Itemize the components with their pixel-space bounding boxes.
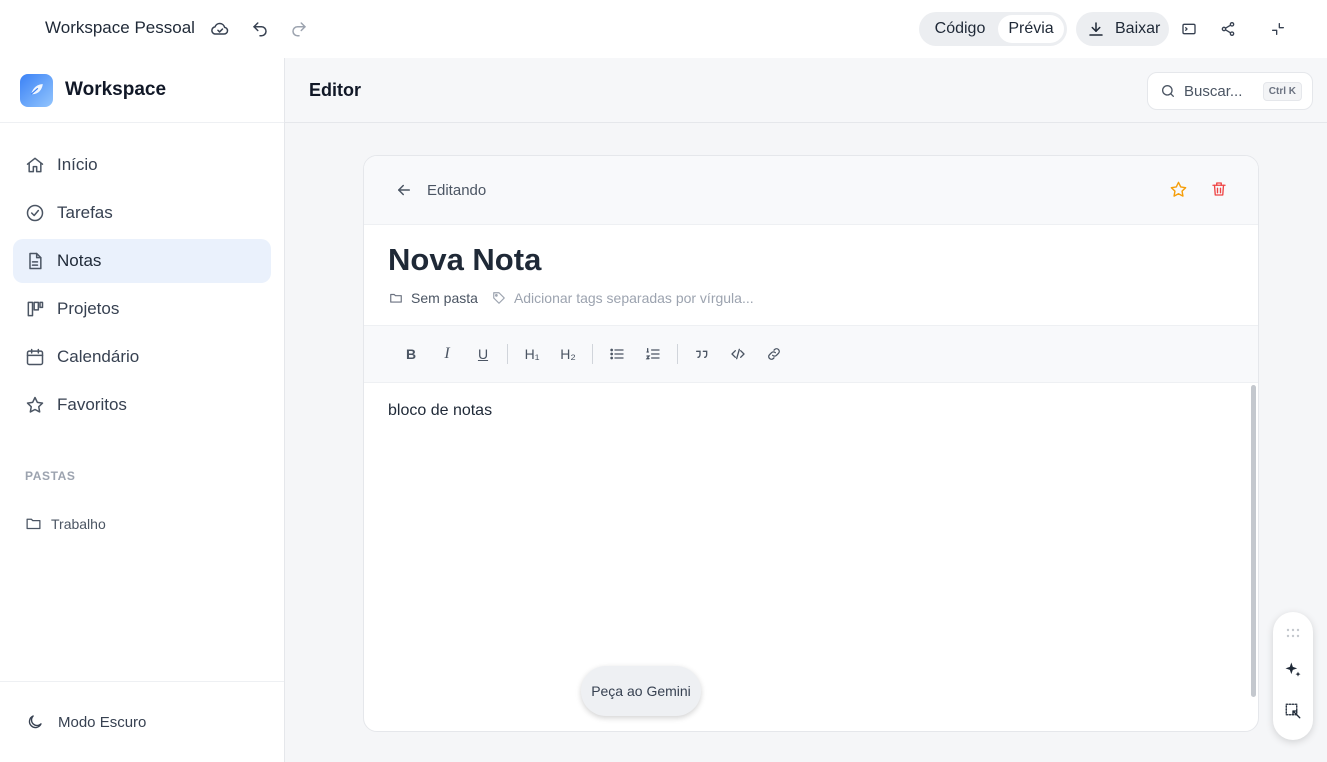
quote-button[interactable]: [684, 340, 720, 368]
back-arrow-icon[interactable]: [395, 181, 413, 199]
view-toggle: Código Prévia: [919, 12, 1067, 46]
sidebar-item-projetos[interactable]: Projetos: [13, 287, 271, 331]
page-title: Editor: [309, 79, 361, 100]
kanban-icon: [27, 301, 44, 317]
link-button[interactable]: [756, 340, 792, 368]
sparkle-icon[interactable]: [1283, 660, 1303, 680]
tag-icon: [493, 292, 505, 304]
moon-icon: [28, 715, 42, 729]
sidebar-item-notas[interactable]: Notas: [13, 239, 271, 283]
note-meta: Sem pasta Adicionar tags separadas por v…: [389, 290, 754, 306]
sidebar-nav: Início Tarefas Notas Projetos Calendário…: [0, 123, 284, 427]
terminal-icon[interactable]: [1177, 17, 1201, 41]
search-input[interactable]: Buscar...: [1184, 83, 1242, 100]
editor-scrollbar[interactable]: [1251, 385, 1256, 697]
share-icon[interactable]: [1216, 17, 1240, 41]
numbered-list-icon: [645, 348, 660, 360]
sidebar-item-label: Início: [57, 155, 98, 174]
numbered-list-button[interactable]: [635, 340, 671, 368]
sidebar-item-inicio[interactable]: Início: [13, 143, 271, 187]
folder-selector[interactable]: Sem pasta: [411, 290, 478, 306]
document-icon: [29, 252, 42, 270]
download-icon: [1089, 22, 1103, 36]
link-icon: [768, 348, 780, 360]
sidebar-item-tarefas[interactable]: Tarefas: [13, 191, 271, 235]
italic-button[interactable]: I: [429, 340, 465, 368]
workspace-logo-icon: [20, 73, 53, 107]
code-button[interactable]: [720, 340, 756, 368]
floating-toolbar: [1273, 612, 1313, 740]
folder-icon: [390, 293, 402, 303]
sidebar-item-label: Favoritos: [57, 395, 127, 414]
sidebar-item-favoritos[interactable]: Favoritos: [13, 383, 271, 427]
editor-header: Editando: [364, 156, 1258, 225]
workspace-title: Workspace Pessoal: [45, 18, 195, 37]
sidebar-item-label: Tarefas: [57, 203, 113, 222]
main-area: Editor Buscar... Ctrl K Editando Nova No…: [285, 58, 1327, 762]
brand-name: Workspace: [65, 79, 167, 100]
sidebar-item-label: Calendário: [57, 347, 140, 366]
search-shortcut-badge: Ctrl K: [1262, 82, 1302, 101]
folder-item-trabalho[interactable]: Trabalho: [25, 515, 106, 532]
calendar-icon: [26, 348, 44, 366]
code-view-button[interactable]: Código: [922, 15, 998, 43]
folders-section-label: PASTAS: [25, 469, 76, 483]
toolbar-divider: [507, 344, 508, 364]
download-button[interactable]: Baixar: [1076, 12, 1169, 46]
collapse-icon[interactable]: [1266, 17, 1290, 41]
star-icon: [26, 396, 44, 413]
format-toolbar: B I U H₁ H₂: [364, 325, 1258, 383]
underline-button[interactable]: U: [465, 340, 501, 368]
toolbar-divider: [592, 344, 593, 364]
sidebar-item-label: Projetos: [57, 299, 120, 318]
note-content[interactable]: bloco de notas: [388, 402, 492, 420]
preview-view-button[interactable]: Prévia: [998, 15, 1064, 43]
drag-handle-icon[interactable]: [1286, 628, 1300, 638]
main-header: Editor Buscar... Ctrl K: [285, 58, 1327, 123]
dark-mode-toggle[interactable]: Modo Escuro: [0, 681, 284, 762]
select-area-icon[interactable]: [1284, 702, 1302, 720]
search-icon: [1162, 85, 1174, 97]
favorite-star-icon[interactable]: [1169, 180, 1188, 199]
ask-gemini-button[interactable]: Peça ao Gemini: [581, 666, 701, 716]
toolbar-divider: [677, 344, 678, 364]
heading1-button[interactable]: H₁: [514, 340, 550, 368]
undo-icon[interactable]: [248, 17, 272, 41]
bullet-list-icon: [610, 348, 624, 360]
code-icon: [731, 348, 745, 360]
brand: Workspace: [0, 58, 284, 123]
cloud-sync-icon[interactable]: [208, 17, 232, 41]
home-icon: [26, 157, 44, 173]
editing-status: Editando: [427, 181, 487, 199]
quote-icon: [696, 350, 708, 358]
search-box[interactable]: Buscar... Ctrl K: [1147, 72, 1313, 110]
top-bar: Workspace Pessoal Código Prévia Baixar: [0, 0, 1327, 58]
tags-input[interactable]: Adicionar tags separadas por vírgula...: [514, 290, 754, 306]
note-editor-card: Editando Nova Nota Sem pasta Adicionar t…: [363, 155, 1259, 732]
tags-field[interactable]: Adicionar tags separadas por vírgula...: [492, 290, 754, 306]
folder-label: Trabalho: [51, 515, 106, 532]
redo-icon[interactable]: [287, 17, 311, 41]
check-circle-icon: [26, 204, 44, 222]
delete-trash-icon[interactable]: [1210, 180, 1228, 198]
download-label: Baixar: [1115, 20, 1161, 37]
note-title[interactable]: Nova Nota: [388, 242, 541, 278]
dark-mode-label: Modo Escuro: [58, 713, 147, 731]
sidebar-item-label: Notas: [57, 251, 102, 270]
bold-button[interactable]: B: [393, 340, 429, 368]
sidebar: Workspace Início Tarefas Notas Projetos …: [0, 58, 285, 762]
sidebar-item-calendario[interactable]: Calendário: [13, 335, 271, 379]
bullet-list-button[interactable]: [599, 340, 635, 368]
heading2-button[interactable]: H₂: [550, 340, 586, 368]
folder-icon: [26, 518, 41, 530]
